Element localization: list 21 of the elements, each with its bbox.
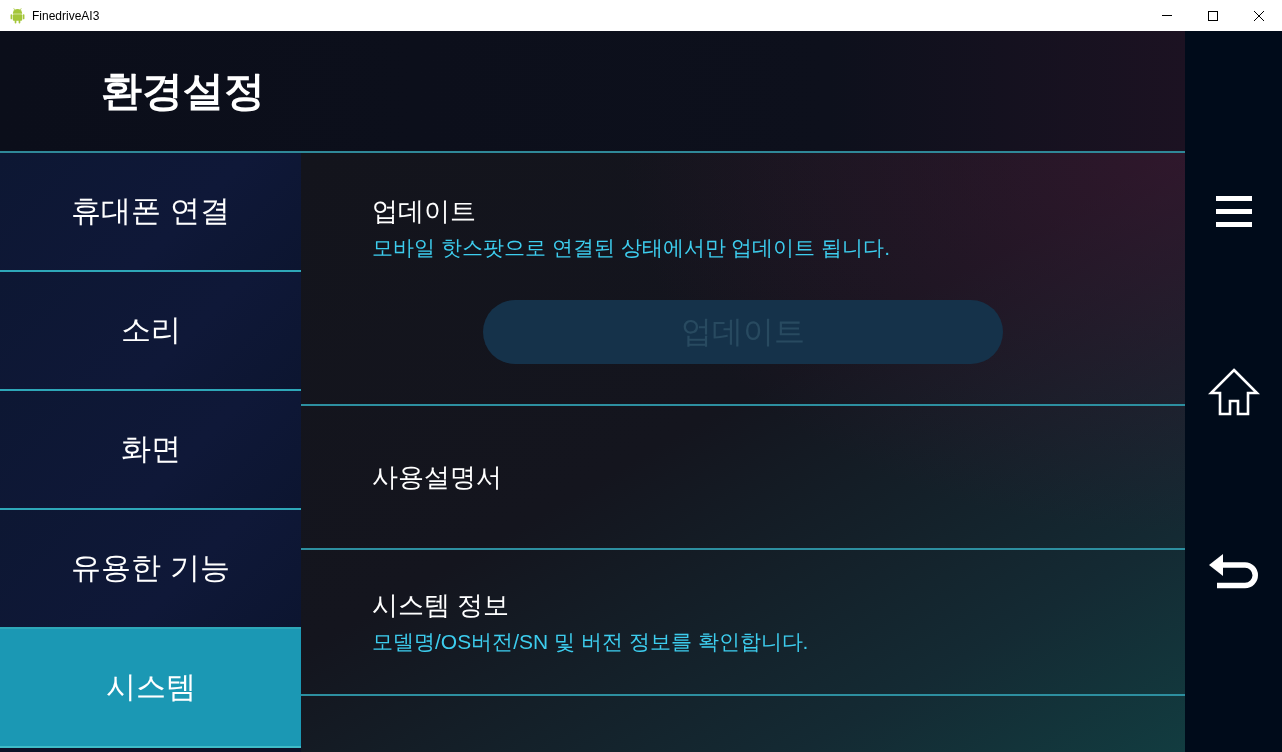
section-title[interactable]: 시스템 정보 bbox=[372, 588, 510, 622]
sidebar-item[interactable]: 휴대폰 연결 bbox=[0, 153, 301, 272]
section-title[interactable]: 사용설명서 bbox=[372, 460, 502, 494]
section-description: 모델명/OS버전/SN 및 버전 정보를 확인합니다. bbox=[372, 629, 809, 655]
home-icon bbox=[1207, 367, 1260, 417]
android-icon bbox=[10, 7, 25, 24]
close-icon bbox=[1254, 10, 1264, 21]
section-description: 모바일 핫스팟으로 연결된 상태에서만 업데이트 됩니다. bbox=[372, 235, 890, 261]
minimize-icon bbox=[1162, 15, 1172, 16]
maximize-icon bbox=[1208, 10, 1218, 21]
section-title: 업데이트 bbox=[372, 195, 476, 228]
home-button[interactable] bbox=[1207, 367, 1260, 417]
back-icon bbox=[1208, 553, 1259, 591]
page-title: 환경설정 bbox=[101, 66, 265, 116]
menu-icon bbox=[1215, 196, 1252, 227]
sidebar-item[interactable]: 화면 bbox=[0, 391, 301, 510]
sidebar-item[interactable]: 소리 bbox=[0, 272, 301, 391]
sidebar-item[interactable]: 유용한 기능 bbox=[0, 510, 301, 629]
window-title: FinedriveAI3 bbox=[32, 8, 100, 23]
back-button[interactable] bbox=[1208, 553, 1259, 591]
menu-button[interactable] bbox=[1215, 196, 1252, 227]
